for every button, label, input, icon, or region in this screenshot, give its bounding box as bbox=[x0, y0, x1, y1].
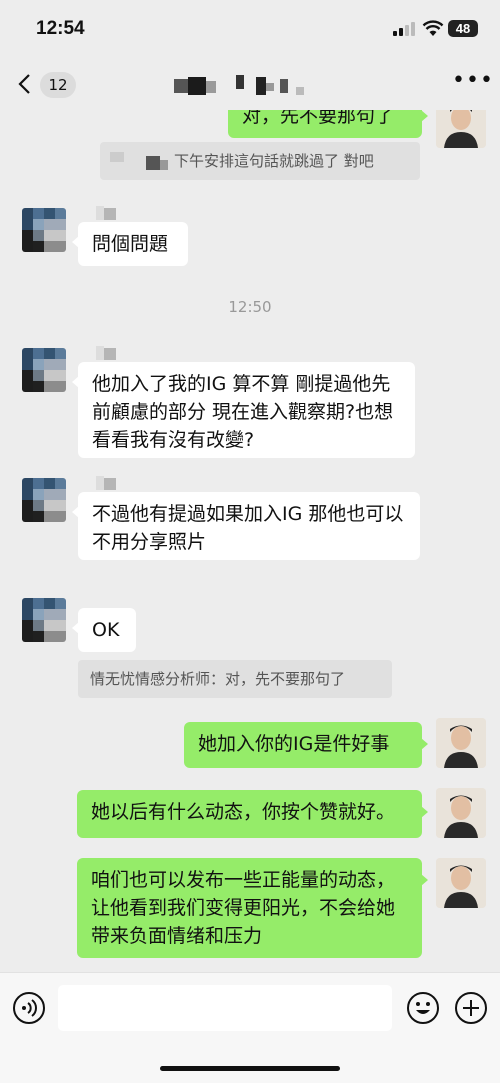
contact-avatar-mosaic bbox=[22, 598, 66, 642]
sender-name-mosaic bbox=[96, 346, 116, 360]
user-avatar-image bbox=[436, 858, 486, 908]
user-avatar-image bbox=[436, 718, 486, 768]
plus-icon[interactable] bbox=[454, 991, 488, 1025]
battery-indicator: 48 bbox=[448, 20, 478, 37]
more-options-button[interactable]: ••• bbox=[452, 70, 493, 94]
chat-header: 12 ••• bbox=[0, 58, 500, 110]
chevron-left-icon[interactable] bbox=[14, 72, 38, 96]
avatar[interactable] bbox=[436, 788, 486, 838]
avatar[interactable] bbox=[436, 718, 486, 768]
chat-area: 对，先不要那句了 下午安排這句話就跳過了 對吧 問個問題 12:50 他加入了我… bbox=[0, 110, 500, 972]
message-text: 对，先不要那句了 bbox=[242, 110, 395, 127]
timestamp: 12:50 bbox=[228, 298, 272, 316]
emoji-icon[interactable] bbox=[406, 991, 440, 1025]
contact-avatar-mosaic bbox=[22, 208, 66, 252]
quoted-message[interactable]: 情无忧情感分析师：对，先不要那句了 bbox=[78, 660, 392, 698]
message-text: OK bbox=[92, 619, 120, 641]
quote-sender-mosaic bbox=[110, 152, 168, 170]
status-bar: 12:54 48 bbox=[0, 0, 500, 58]
avatar[interactable] bbox=[22, 598, 66, 642]
chat-title-mosaic bbox=[174, 75, 304, 95]
quote-text: 下午安排這句話就跳過了 對吧 bbox=[174, 152, 374, 170]
quoted-message[interactable]: 下午安排這句話就跳過了 對吧 bbox=[100, 142, 420, 180]
sent-message[interactable]: 咱们也可以发布一些正能量的动态，让他看到我们变得更阳光，不会给她带来负面情绪和压… bbox=[77, 858, 428, 958]
avatar[interactable] bbox=[22, 348, 66, 392]
sent-message-top[interactable]: 对，先不要那句了 bbox=[228, 110, 428, 138]
sent-message[interactable]: 她加入你的IG是件好事 bbox=[184, 722, 428, 768]
avatar[interactable] bbox=[436, 110, 486, 148]
status-time: 12:54 bbox=[36, 18, 85, 39]
sender-name-mosaic bbox=[96, 206, 116, 220]
wifi-icon bbox=[422, 20, 444, 36]
message-text: 他加入了我的IG 算不算 剛提過他先前顧慮的部分 現在進入觀察期?也想看看我有沒… bbox=[92, 373, 394, 451]
signal-icon bbox=[393, 22, 415, 36]
voice-icon[interactable] bbox=[12, 991, 46, 1025]
quote-text: 情无忧情感分析师：对，先不要那句了 bbox=[90, 670, 346, 688]
received-message[interactable]: 他加入了我的IG 算不算 剛提過他先前顧慮的部分 現在進入觀察期?也想看看我有沒… bbox=[72, 362, 415, 458]
message-text: 不過他有提過如果加入IG 那他也可以不用分享照片 bbox=[92, 503, 404, 553]
contact-avatar-mosaic bbox=[22, 348, 66, 392]
contact-avatar-mosaic bbox=[22, 478, 66, 522]
message-text: 咱们也可以发布一些正能量的动态，让他看到我们变得更阳光，不会给她带来负面情绪和压… bbox=[91, 869, 396, 947]
received-message[interactable]: OK bbox=[72, 608, 136, 652]
received-message[interactable]: 不過他有提過如果加入IG 那他也可以不用分享照片 bbox=[72, 492, 420, 560]
avatar[interactable] bbox=[22, 478, 66, 522]
avatar[interactable] bbox=[22, 208, 66, 252]
user-avatar-image bbox=[436, 110, 486, 148]
avatar[interactable] bbox=[436, 858, 486, 908]
home-indicator bbox=[160, 1066, 340, 1071]
received-message[interactable]: 問個問題 bbox=[72, 222, 188, 266]
message-text: 她加入你的IG是件好事 bbox=[198, 733, 390, 755]
unread-count-badge[interactable]: 12 bbox=[40, 72, 76, 98]
message-text: 她以后有什么动态，你按个赞就好。 bbox=[91, 801, 396, 823]
sent-message[interactable]: 她以后有什么动态，你按个赞就好。 bbox=[77, 790, 428, 838]
message-input[interactable] bbox=[58, 985, 392, 1031]
sender-name-mosaic bbox=[96, 476, 116, 490]
message-text: 問個問題 bbox=[92, 233, 169, 255]
user-avatar-image bbox=[436, 788, 486, 838]
